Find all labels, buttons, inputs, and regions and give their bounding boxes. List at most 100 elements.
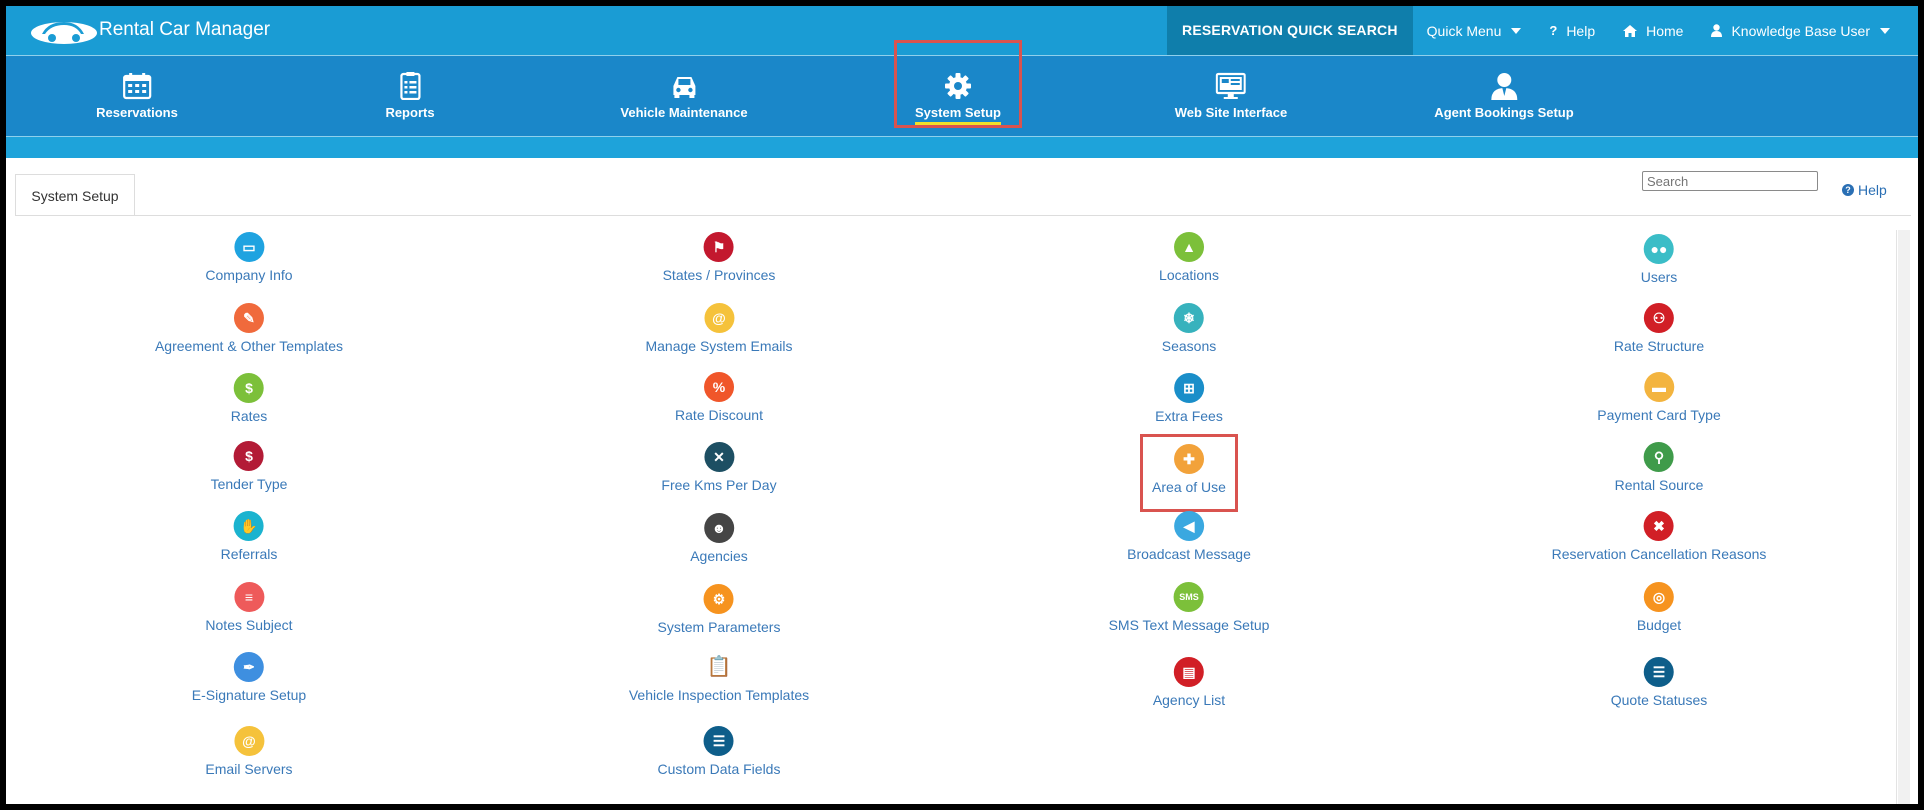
- setup-item-reservation-cancellation-reasons[interactable]: ✖ Reservation Cancellation Reasons: [1551, 511, 1767, 562]
- setup-item-label: Notes Subject: [205, 617, 293, 633]
- nav-label: Vehicle Maintenance: [620, 105, 748, 120]
- setup-item-label: Extra Fees: [1155, 408, 1223, 424]
- setup-item-broadcast-message[interactable]: ◀ Broadcast Message: [1127, 511, 1251, 562]
- setup-item-extra-fees[interactable]: ⊞ Extra Fees: [1155, 373, 1223, 424]
- setup-item-quote-statuses[interactable]: ☰ Quote Statuses: [1611, 657, 1707, 708]
- setup-item-label: Broadcast Message: [1127, 546, 1251, 562]
- setup-item-manage-system-emails[interactable]: @ Manage System Emails: [645, 303, 793, 354]
- at-sign-icon: @: [233, 726, 264, 756]
- setup-item-label: Budget: [1636, 617, 1682, 633]
- list-icon: ☰: [1643, 657, 1674, 687]
- user-menu-dropdown[interactable]: Knowledge Base User: [1697, 6, 1918, 55]
- rates-money-icon: $: [233, 373, 264, 403]
- grid-icon: ⊞: [1173, 373, 1204, 403]
- setup-item-label: Agreement & Other Templates: [154, 338, 344, 354]
- setup-item-users[interactable]: ●● Users: [1641, 234, 1677, 285]
- highlight-box: [1140, 434, 1238, 512]
- money-bag-icon: $: [233, 441, 264, 471]
- setup-item-free-kms-per-day[interactable]: ✕ Free Kms Per Day: [661, 442, 777, 493]
- home-link[interactable]: Home: [1609, 6, 1697, 55]
- scrollbar[interactable]: [1898, 230, 1910, 804]
- setup-item-agreement-templates[interactable]: ✎ Agreement & Other Templates: [155, 303, 343, 354]
- setup-item-label: Free Kms Per Day: [661, 477, 777, 493]
- setup-item-label: Rental Source: [1614, 477, 1704, 493]
- list-icon: ☰: [704, 726, 734, 756]
- agent-user-icon: [1490, 73, 1517, 100]
- setup-item-system-parameters[interactable]: ⚙ System Parameters: [657, 584, 781, 635]
- home-label: Home: [1646, 22, 1684, 39]
- clipboard-pencil-icon: 📋: [704, 652, 734, 682]
- setup-item-email-servers[interactable]: @ Email Servers: [205, 726, 293, 777]
- target-icon: ◎: [1644, 582, 1674, 612]
- setup-item-referrals[interactable]: ✋ Referrals: [220, 511, 278, 562]
- setup-item-budget[interactable]: ◎ Budget: [1637, 582, 1681, 633]
- setup-item-label: Agency List: [1152, 692, 1226, 708]
- car-logo-icon: [31, 22, 97, 44]
- map-location-icon: ▲: [1174, 232, 1204, 262]
- setup-item-label: Reservation Cancellation Reasons: [1551, 546, 1767, 562]
- folder-icon: ▭: [233, 232, 264, 262]
- question-icon: ?: [1842, 184, 1854, 196]
- nav-agent-bookings-setup[interactable]: Agent Bookings Setup: [1434, 56, 1574, 136]
- setup-item-rate-structure[interactable]: ⚇ Rate Structure: [1614, 303, 1704, 354]
- search-input[interactable]: [1642, 171, 1818, 191]
- nav-web-site-interface[interactable]: Web Site Interface: [1175, 56, 1287, 136]
- help-label: Help: [1566, 22, 1596, 39]
- nav-vehicle-maintenance[interactable]: Vehicle Maintenance: [620, 56, 748, 136]
- credit-card-icon: ▬: [1643, 372, 1674, 402]
- app-title: Rental Car Manager: [99, 19, 271, 40]
- notes-icon: ≡: [233, 582, 264, 612]
- setup-item-label: System Parameters: [657, 619, 781, 635]
- car-icon: [672, 77, 695, 98]
- help-link[interactable]: ? Help: [1842, 182, 1887, 198]
- help-link-label: Help: [1858, 182, 1887, 198]
- nav-reservations[interactable]: Reservations: [96, 56, 178, 136]
- setup-item-rate-discount[interactable]: % Rate Discount: [675, 372, 763, 423]
- setup-item-rates[interactable]: $ Rates: [230, 373, 268, 424]
- road-icon: ✕: [703, 442, 734, 472]
- people-icon: ☻: [704, 513, 734, 543]
- setup-item-locations[interactable]: ▲ Locations: [1159, 232, 1219, 283]
- nav-label: Agent Bookings Setup: [1434, 105, 1574, 120]
- setup-item-e-signature-setup[interactable]: ✒ E-Signature Setup: [192, 652, 306, 703]
- reservation-quick-search-button[interactable]: RESERVATION QUICK SEARCH: [1167, 6, 1413, 55]
- setup-item-label: Locations: [1159, 267, 1219, 283]
- setup-item-label: Seasons: [1161, 338, 1217, 354]
- tab-system-setup[interactable]: System Setup: [15, 174, 135, 216]
- setup-item-label: Custom Data Fields: [657, 761, 781, 777]
- setup-item-company-info[interactable]: ▭ Company Info: [205, 232, 293, 283]
- sms-icon: SMS: [1173, 582, 1204, 612]
- monitor-icon: [1216, 72, 1246, 99]
- setup-item-rental-source[interactable]: ⚲ Rental Source: [1614, 442, 1704, 493]
- clipboard-list-icon: [399, 72, 421, 100]
- signature-pen-icon: ✒: [234, 652, 264, 682]
- setup-item-states-provinces[interactable]: ⚑ States / Provinces: [663, 232, 775, 283]
- hand-coin-icon: ✋: [233, 511, 264, 541]
- cancel-x-icon: ✖: [1643, 511, 1674, 541]
- setup-item-agencies[interactable]: ☻ Agencies: [690, 513, 748, 564]
- setup-item-custom-data-fields[interactable]: ☰ Custom Data Fields: [657, 726, 781, 777]
- user-label: Knowledge Base User: [1731, 22, 1870, 39]
- quick-menu-dropdown[interactable]: Quick Menu: [1413, 6, 1536, 55]
- nav-label: Reservations: [96, 105, 178, 120]
- setup-item-seasons[interactable]: ❄ Seasons: [1162, 303, 1216, 354]
- at-sign-icon: @: [704, 303, 734, 333]
- setup-item-agency-list[interactable]: ▤ Agency List: [1153, 657, 1225, 708]
- setup-item-label: Rates: [230, 408, 268, 424]
- nav-reports[interactable]: Reports: [385, 56, 435, 136]
- setup-item-vehicle-inspection-templates[interactable]: 📋 Vehicle Inspection Templates: [629, 652, 809, 703]
- top-right-menu: RESERVATION QUICK SEARCH Quick Menu ? He…: [1167, 6, 1918, 55]
- template-edit-icon: ✎: [234, 303, 264, 333]
- setup-item-label: Manage System Emails: [645, 338, 793, 354]
- quick-menu-label: Quick Menu: [1426, 22, 1502, 39]
- setup-item-sms-text-message-setup[interactable]: SMS SMS Text Message Setup: [1109, 582, 1269, 633]
- snowflake-icon: ❄: [1173, 303, 1204, 333]
- structure-icon: ⚇: [1643, 303, 1674, 333]
- help-top-link[interactable]: ? Help: [1535, 6, 1609, 55]
- setup-item-payment-card-type[interactable]: ▬ Payment Card Type: [1597, 372, 1721, 423]
- setup-item-notes-subject[interactable]: ≡ Notes Subject: [205, 582, 293, 633]
- setup-item-label: Referrals: [220, 546, 278, 562]
- setup-item-tender-type[interactable]: $ Tender Type: [211, 441, 287, 492]
- chevron-down-icon: [1880, 27, 1890, 34]
- percent-icon: %: [704, 372, 734, 402]
